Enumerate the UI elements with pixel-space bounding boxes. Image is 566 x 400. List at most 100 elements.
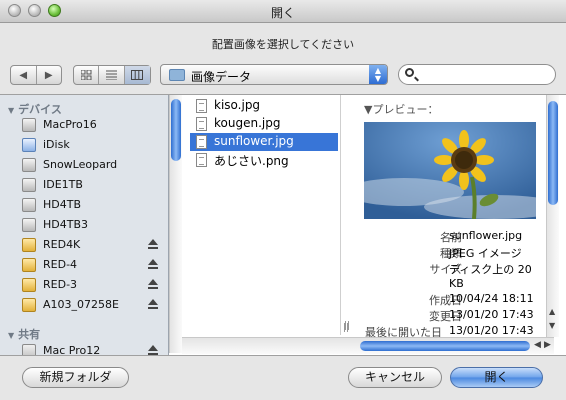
file-column: kiso.jpg kougen.jpg sunflower.jpg あじさい.p… — [182, 95, 350, 335]
sidebar-item-label: IDE1TB — [43, 178, 83, 191]
image-file-icon — [196, 135, 207, 149]
idisk-icon — [22, 138, 36, 152]
meta-value: KB — [449, 277, 464, 290]
memory-card-icon — [22, 278, 36, 292]
sidebar-item-red-3[interactable]: RED-3 — [22, 275, 162, 295]
list-item-selected[interactable]: sunflower.jpg — [190, 133, 338, 151]
search-input[interactable] — [419, 67, 553, 83]
icon-view-icon — [80, 70, 92, 80]
eject-icon[interactable] — [148, 279, 158, 289]
sidebar-item-red4k[interactable]: RED4K — [22, 235, 162, 255]
meta-value: JPEG イメージ — [449, 247, 522, 260]
folder-icon — [169, 69, 185, 81]
list-item[interactable]: あじさい.png — [190, 151, 338, 169]
open-dialog: 開く 配置画像を選択してください ◀ ▶ 画像データ ▲ ▼ ▼ デバイス Ma… — [0, 0, 566, 400]
memory-card-icon — [22, 238, 36, 252]
hard-drive-icon — [22, 178, 36, 192]
title-bar: 開く — [0, 0, 566, 23]
back-arrow-icon: ◀ — [19, 69, 28, 81]
sidebar-item-label: RED-4 — [43, 258, 78, 271]
location-label: 画像データ — [191, 70, 252, 84]
column-view-button[interactable] — [124, 66, 150, 84]
memory-card-icon — [22, 258, 36, 272]
list-view-button[interactable] — [99, 66, 125, 84]
hard-drive-icon — [22, 158, 36, 172]
sidebar-item-label: A103_07258E — [43, 298, 119, 311]
sidebar-scroll-thumb[interactable] — [171, 99, 181, 161]
meta-value: ディスク上の 20 — [449, 263, 532, 276]
memory-card-icon — [22, 298, 36, 312]
sunflower-image — [364, 122, 536, 219]
sidebar-item-label: RED4K — [43, 238, 81, 251]
image-file-icon — [196, 117, 207, 131]
preview-scroll-thumb[interactable] — [548, 101, 558, 205]
scroll-up-arrow-icon[interactable]: ▲ — [549, 307, 555, 316]
network-computer-icon — [22, 344, 36, 355]
sidebar-item-label: HD4TB3 — [43, 218, 89, 231]
sidebar-item-label: Mac Pro12 — [43, 344, 101, 355]
horizontal-scrollbar[interactable]: ◀ ▶ — [182, 337, 554, 354]
meta-value: 10/04/24 18:11 — [449, 292, 534, 305]
disclosure-triangle-icon: ▼ — [8, 106, 15, 115]
sidebar-item-hd4tb[interactable]: HD4TB — [22, 195, 162, 215]
sidebar-section-shared[interactable]: ▼ 共有 — [8, 326, 40, 342]
sidebar-item-snowleopard[interactable]: SnowLeopard — [22, 155, 162, 175]
sidebar-item-label: RED-3 — [43, 278, 78, 291]
sidebar-item-ide1tb[interactable]: IDE1TB — [22, 175, 162, 195]
list-item[interactable]: kougen.jpg — [190, 115, 338, 133]
scroll-left-arrow-icon[interactable]: ◀ — [534, 340, 541, 350]
sidebar-item-label: iDisk — [43, 138, 70, 151]
preview-pane: ▼プレビュー： 名前 sunflower.jpg 種類 JPEG イメージ サイ… — [356, 95, 546, 339]
view-mode-control — [73, 65, 151, 85]
cancel-button[interactable]: キャンセル — [348, 367, 442, 388]
forward-arrow-icon: ▶ — [44, 69, 53, 81]
back-button[interactable]: ◀ — [11, 66, 37, 84]
sidebar-item-label: HD4TB — [43, 198, 82, 211]
location-popup[interactable]: 画像データ ▲ ▼ — [160, 64, 388, 85]
dialog-prompt: 配置画像を選択してください — [211, 38, 355, 51]
preview-scrollbar[interactable]: ▲ ▼ — [546, 95, 559, 337]
search-field[interactable] — [398, 64, 556, 85]
eject-icon[interactable] — [148, 345, 158, 355]
meta-value: 13/01/20 17:43 — [449, 324, 534, 337]
horizontal-scroll-thumb[interactable] — [360, 341, 530, 351]
scroll-down-arrow-icon[interactable]: ▼ — [549, 321, 555, 330]
preview-header: ▼プレビュー： — [364, 103, 439, 116]
meta-value: sunflower.jpg — [449, 229, 523, 242]
disclosure-triangle-icon: ▼ — [8, 331, 15, 340]
icon-view-button[interactable] — [74, 66, 100, 84]
column-view-icon — [131, 70, 144, 80]
eject-icon[interactable] — [148, 299, 158, 309]
meta-value: 13/01/20 17:43 — [449, 308, 534, 321]
sidebar-item-label: MacPro16 — [43, 118, 97, 131]
forward-button[interactable]: ▶ — [37, 66, 62, 84]
sidebar-scrollbar[interactable] — [169, 95, 182, 353]
column-resize-handle-icon[interactable]: || — [343, 323, 349, 333]
sidebar-item-red-4[interactable]: RED-4 — [22, 255, 162, 275]
eject-icon[interactable] — [148, 259, 158, 269]
image-file-icon — [196, 153, 207, 167]
hard-drive-icon — [22, 118, 36, 132]
open-button[interactable]: 開く — [450, 367, 543, 388]
back-forward-control: ◀ ▶ — [10, 65, 62, 85]
list-view-icon — [106, 70, 118, 80]
hard-drive-icon — [22, 218, 36, 232]
scroll-right-arrow-icon[interactable]: ▶ — [544, 340, 551, 350]
sidebar-item-label: SnowLeopard — [43, 158, 118, 171]
image-file-icon — [196, 99, 207, 113]
sidebar-item-hd4tb3[interactable]: HD4TB3 — [22, 215, 162, 235]
hard-drive-icon — [22, 198, 36, 212]
list-item[interactable]: kiso.jpg — [190, 97, 338, 115]
file-browser: ▼ デバイス MacPro16 iDisk SnowLeopard IDE1TB … — [0, 94, 566, 356]
preview-image — [364, 122, 536, 219]
sidebar-item-idisk[interactable]: iDisk — [22, 135, 162, 155]
sidebar-item-macpro16[interactable]: MacPro16 — [22, 115, 162, 135]
sidebar-item-a103[interactable]: A103_07258E — [22, 295, 162, 315]
sidebar-item-macpro12[interactable]: Mac Pro12 — [22, 341, 162, 355]
popup-arrows-icon: ▲ ▼ — [369, 65, 387, 84]
window-title: 開く — [270, 6, 295, 20]
eject-icon[interactable] — [148, 239, 158, 249]
new-folder-button[interactable]: 新規フォルダ — [22, 367, 129, 388]
search-icon — [405, 68, 414, 77]
sidebar: ▼ デバイス MacPro16 iDisk SnowLeopard IDE1TB … — [0, 95, 169, 355]
